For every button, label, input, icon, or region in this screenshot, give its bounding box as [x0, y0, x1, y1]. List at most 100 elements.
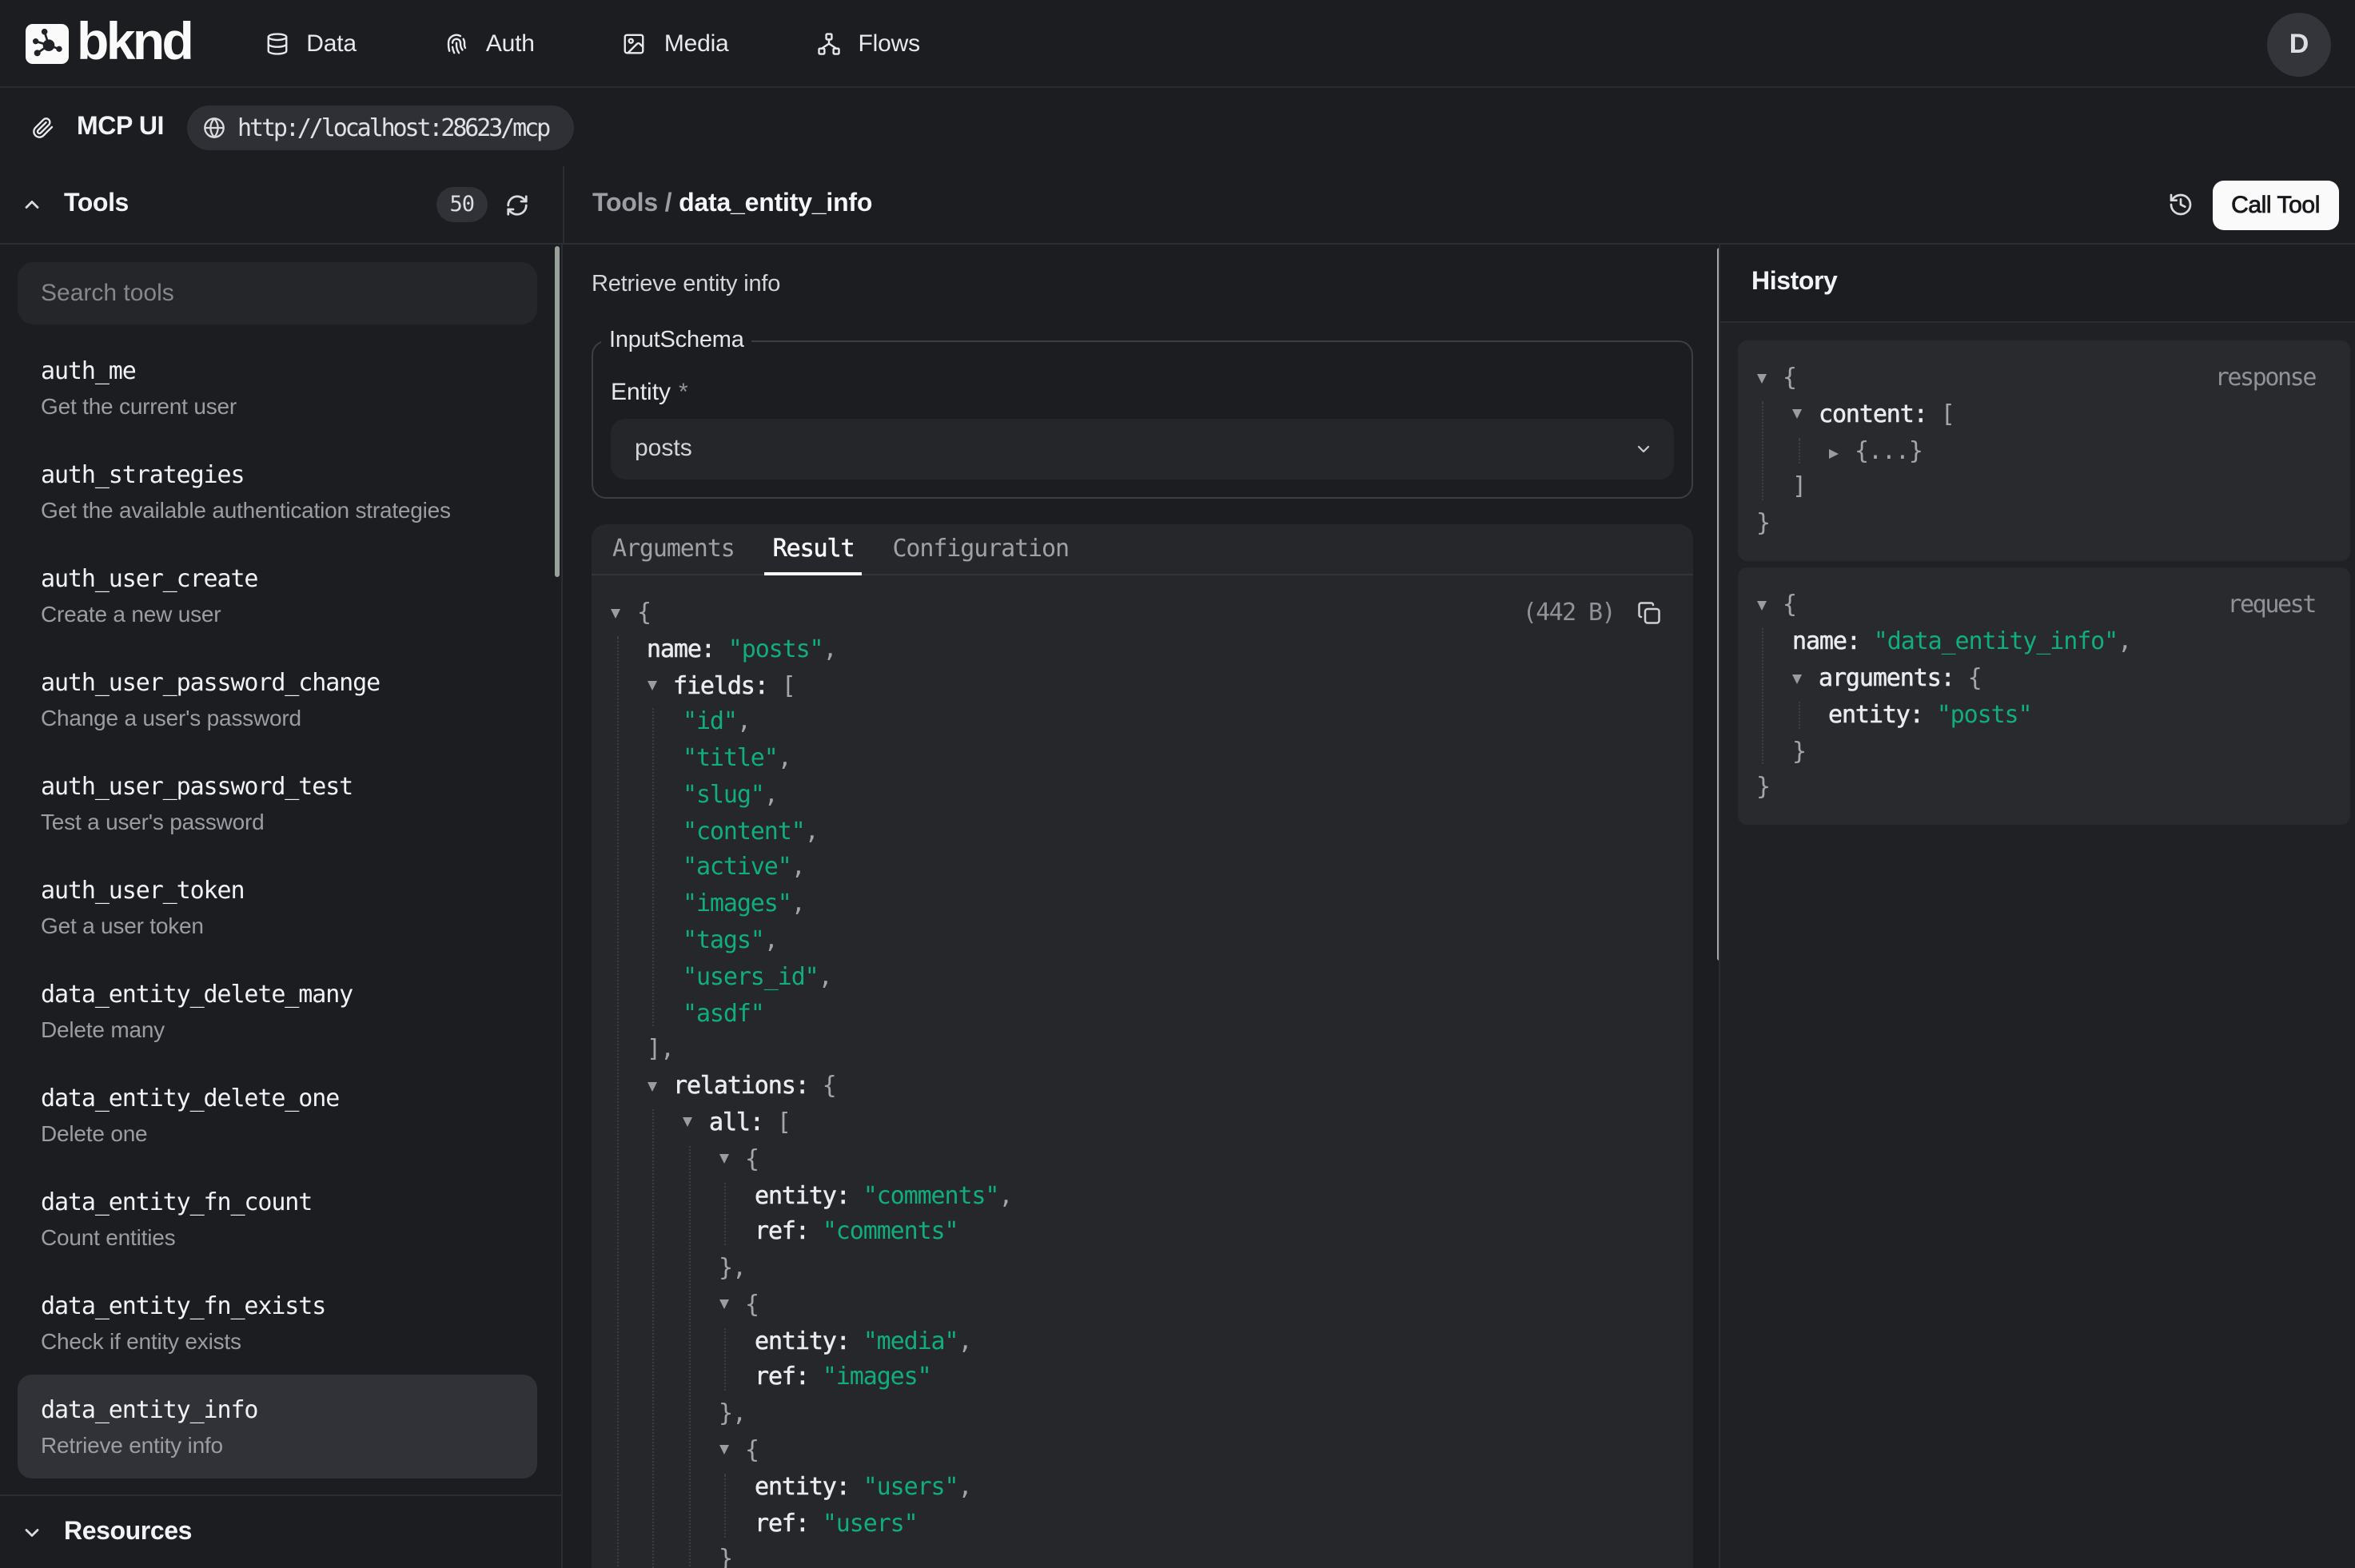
tool-item-data_entity_fn_exists[interactable]: data_entity_fn_existsCheck if entity exi…: [17, 1271, 536, 1375]
json-row: {request: [1756, 587, 2330, 624]
nav-label: Flows: [859, 30, 920, 57]
tool-name: auth_user_create: [41, 561, 512, 598]
tool-item-data_entity_info[interactable]: data_entity_infoRetrieve entity info: [17, 1375, 536, 1478]
json-row: {: [611, 1432, 1660, 1469]
json-row: {: [611, 1140, 1660, 1177]
indent-guide: [1798, 437, 1799, 464]
json-row: ref: "images": [611, 1359, 1660, 1396]
history-card-request: {requestname: "data_entity_info",argumen…: [1737, 568, 2349, 825]
tree-collapse-icon[interactable]: [647, 667, 673, 704]
tool-description: Retrieve entity info: [41, 1429, 512, 1463]
tool-item-auth_user_token[interactable]: auth_user_tokenGet a user token: [17, 855, 536, 959]
tool-name: auth_user_token: [41, 873, 512, 909]
history-header: History: [1719, 245, 2355, 323]
copy-icon[interactable]: [1636, 601, 1660, 625]
tab-arguments[interactable]: Arguments: [604, 523, 743, 575]
tool-item-auth_strategies[interactable]: auth_strategiesGet the available authent…: [17, 440, 536, 543]
nav-item-flows[interactable]: Flows: [817, 30, 920, 57]
tool-name: auth_user_password_test: [41, 769, 512, 806]
tree-collapse-icon[interactable]: [719, 1287, 745, 1323]
tool-item-auth_user_password_change[interactable]: auth_user_password_changeChange a user's…: [17, 647, 536, 751]
tab-configuration[interactable]: Configuration: [884, 523, 1077, 575]
mcp-url-chip[interactable]: http://localhost:28623/mcp: [186, 105, 574, 150]
entity-label: Entity*: [611, 379, 1673, 406]
tree-collapse-icon[interactable]: [1756, 360, 1783, 396]
chevron-down-icon: [1633, 440, 1652, 459]
resources-header[interactable]: Resources: [0, 1496, 560, 1568]
refresh-icon[interactable]: [504, 193, 528, 217]
entity-select[interactable]: posts: [611, 419, 1673, 479]
call-tool-button[interactable]: Call Tool: [2212, 180, 2339, 229]
workflow-icon: [817, 31, 841, 55]
json-row: ref: "users": [611, 1505, 1660, 1542]
json-row: },: [611, 1250, 1660, 1287]
paperclip-icon: [32, 117, 54, 139]
json-row: {: [611, 1287, 1660, 1323]
tree-collapse-icon[interactable]: [647, 1068, 673, 1104]
tool-item-auth_me[interactable]: auth_meGet the current user: [17, 336, 536, 440]
tool-name: data_entity_info: [41, 1392, 512, 1429]
tool-description: Delete many: [41, 1013, 512, 1047]
tree-collapse-icon[interactable]: [1756, 587, 1783, 624]
chevron-up-icon[interactable]: [21, 193, 43, 216]
tool-item-data_entity_delete_one[interactable]: data_entity_delete_oneDelete one: [17, 1063, 536, 1167]
tool-description: Test a user's password: [41, 806, 512, 839]
nav-label: Auth: [486, 30, 535, 57]
tree-collapse-icon[interactable]: [719, 1140, 745, 1177]
tree-collapse-icon[interactable]: [611, 595, 637, 631]
nav-label: Media: [664, 30, 729, 57]
json-row: }: [1756, 505, 2330, 542]
json-row: entity: "users",: [611, 1469, 1660, 1506]
tool-item-data_entity_fn_count[interactable]: data_entity_fn_countCount entities: [17, 1167, 536, 1271]
tree-collapse-icon[interactable]: [1792, 660, 1819, 697]
top-nav: Data Auth Media Flows: [265, 30, 1008, 57]
nav-item-auth[interactable]: Auth: [444, 30, 535, 57]
tool-item-auth_user_create[interactable]: auth_user_createCreate a new user: [17, 543, 536, 647]
history-icon[interactable]: [2167, 192, 2193, 217]
tool-description: Check if entity exists: [41, 1325, 512, 1359]
tree-collapse-icon[interactable]: [683, 1104, 709, 1141]
json-row: ref: "comments": [611, 1214, 1660, 1251]
tool-item-data_entity_delete_many[interactable]: data_entity_delete_manyDelete many: [17, 959, 536, 1063]
tree-collapse-icon[interactable]: [1792, 396, 1819, 433]
search-input[interactable]: [17, 262, 536, 324]
indent-guide: [652, 709, 654, 1027]
tool-item-auth_user_password_test[interactable]: auth_user_password_testTest a user's pas…: [17, 751, 536, 855]
json-row: "title",: [611, 740, 1660, 777]
json-row: {...}: [1756, 432, 2330, 469]
json-row: }: [611, 1542, 1660, 1568]
indent-guide: [1762, 628, 1763, 764]
tools-count-badge: 50: [436, 187, 487, 222]
indent-guide: [1762, 401, 1763, 501]
tab-result[interactable]: Result: [765, 523, 863, 575]
breadcrumb-section[interactable]: Tools /: [592, 190, 679, 217]
result-size: (442 B): [1523, 595, 1615, 631]
tree-expand-icon[interactable]: [1828, 432, 1855, 469]
json-row: "tags",: [611, 922, 1660, 959]
tree-collapse-icon[interactable]: [719, 1432, 745, 1469]
json-row: },: [611, 1395, 1660, 1432]
nav-item-media[interactable]: Media: [623, 30, 729, 57]
brand-logo[interactable]: bknd: [26, 20, 191, 66]
history-card-label: request: [2227, 587, 2315, 624]
breadcrumb: Tools / data_entity_info: [592, 190, 872, 219]
tools-sidebar: auth_meGet the current userauth_strategi…: [0, 245, 562, 1568]
tool-description: Change a user's password: [41, 702, 512, 735]
mcp-url: http://localhost:28623/mcp: [237, 113, 548, 142]
json-row: "id",: [611, 704, 1660, 741]
json-row: ],: [611, 1032, 1660, 1069]
json-row: "slug",: [611, 777, 1660, 814]
indent-guide: [688, 1146, 690, 1568]
main-header: Tools / data_entity_info Call Tool: [563, 166, 2355, 243]
indent-guide: [616, 636, 618, 1568]
tool-description: Get the current user: [41, 390, 512, 424]
sidebar-scrollbar[interactable]: [554, 246, 559, 577]
top-bar: bknd Data Auth Media Flows D: [0, 0, 2355, 88]
nav-item-data[interactable]: Data: [265, 30, 357, 57]
tool-name: data_entity_delete_one: [41, 1080, 512, 1117]
tool-name: auth_user_password_change: [41, 665, 512, 702]
avatar[interactable]: D: [2267, 12, 2331, 76]
json-row: arguments: {: [1756, 660, 2330, 697]
main-panel: Retrieve entity info InputSchema Entity*…: [564, 245, 1723, 1568]
entity-select-value: posts: [635, 436, 692, 463]
